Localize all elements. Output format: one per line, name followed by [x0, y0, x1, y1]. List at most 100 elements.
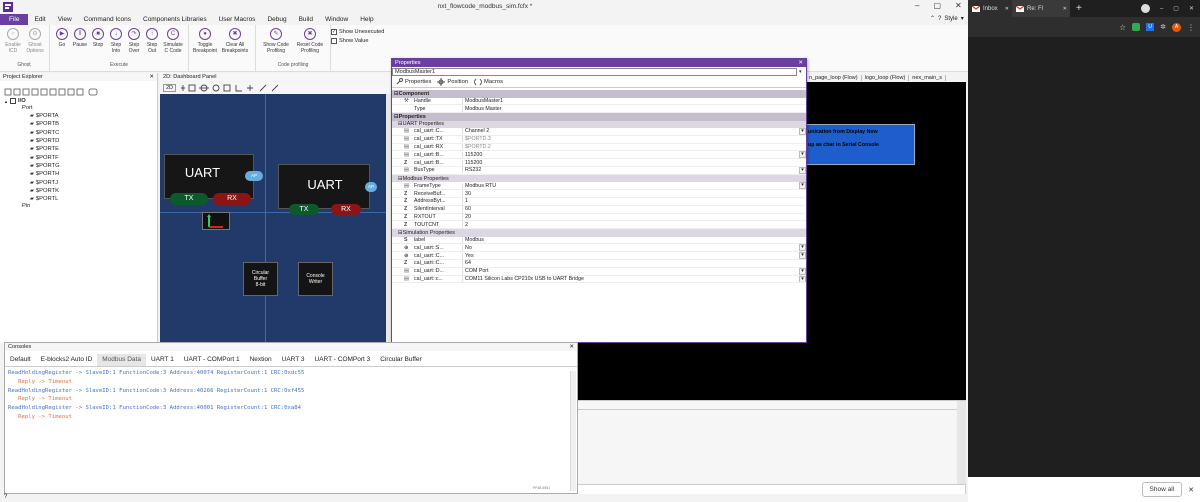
- dropdown-chevron-icon[interactable]: ▾: [799, 182, 806, 190]
- dropdown-chevron-icon[interactable]: ▾: [799, 275, 806, 283]
- property-value[interactable]: COM Port: [462, 268, 799, 275]
- property-row[interactable]: ▤ FrameType Modbus RTU ▾: [392, 182, 806, 191]
- tree-expand-icon[interactable]: ▲: [4, 99, 8, 104]
- property-value[interactable]: $PORTD.3: [462, 136, 806, 143]
- menu-item-file[interactable]: File: [0, 14, 29, 25]
- property-row[interactable]: ▤ cal_uart::B... 115200 ▾: [392, 151, 806, 160]
- property-row[interactable]: Z TOUTCNT 2: [392, 221, 806, 230]
- view-icons-toolbar[interactable]: [4, 88, 114, 96]
- ribbon-button-enable-icd[interactable]: ○ Enable ICD: [2, 25, 24, 54]
- console-tab-uart-comport-3[interactable]: UART - COMPort 3: [310, 354, 376, 366]
- io-root[interactable]: ▲ I/O: [4, 97, 157, 105]
- properties-close-icon[interactable]: ✕: [798, 60, 803, 66]
- browser-tab-close-icon[interactable]: ✕: [1063, 6, 1070, 12]
- property-value[interactable]: 20: [462, 213, 806, 220]
- ribbon-button-simulate-c-code[interactable]: C Simulate C Code: [161, 25, 185, 54]
- dropdown-chevron-icon[interactable]: ▾: [799, 167, 806, 174]
- browser-tab-inbox[interactable]: Inbox ✕: [968, 0, 1012, 17]
- console-tab-nextion[interactable]: Nextion: [245, 354, 277, 366]
- property-value[interactable]: Modbus: [462, 237, 806, 244]
- dropdown-chevron-icon[interactable]: ▾: [799, 252, 806, 260]
- dropdown-chevron-icon[interactable]: ▾: [799, 267, 806, 275]
- selector-chevron-icon[interactable]: ▾: [797, 69, 802, 75]
- menu-item-command-icons[interactable]: Command Icons: [78, 14, 137, 25]
- property-row[interactable]: ▤ cal_uart::C... Channel 2 ▾: [392, 128, 806, 136]
- property-value[interactable]: Modbus Master: [462, 105, 806, 112]
- property-row[interactable]: Z RXTOUT 20: [392, 213, 806, 222]
- console-tab-e-blocks2-auto-id[interactable]: E-blocks2 Auto ID: [36, 354, 98, 366]
- property-row[interactable]: Z AddressByt... 1: [392, 198, 806, 206]
- port-item[interactable]: ▰ $PORTJ: [4, 178, 157, 186]
- ribbon-button-ghost-options[interactable]: ⚙ Ghost Options: [24, 25, 46, 54]
- property-row[interactable]: ▤ cal_uart::D... COM Port ▾: [392, 267, 806, 276]
- property-value[interactable]: 64: [462, 260, 806, 267]
- 2d-toggle-button[interactable]: 2D: [163, 84, 177, 92]
- show-value-checkbox[interactable]: Show Value: [331, 36, 384, 45]
- show-unexecuted-checkbox[interactable]: ✓ Show Unexecuted: [331, 27, 384, 36]
- property-row[interactable]: ⚒ Handle ModbusMaster1: [392, 97, 806, 106]
- property-value[interactable]: Modbus RTU: [462, 182, 799, 189]
- property-value[interactable]: Yes: [462, 252, 799, 259]
- console-tab-default[interactable]: Default: [5, 354, 36, 366]
- show-all-button[interactable]: Show all: [1141, 482, 1183, 497]
- circular-buffer-component[interactable]: Circular Buffer 8-bit: [243, 262, 278, 296]
- tab-macros[interactable]: Macros: [474, 78, 503, 86]
- browser-kebab-menu-icon[interactable]: ⋮: [1187, 23, 1195, 32]
- new-tab-button[interactable]: +: [1070, 3, 1082, 14]
- browser-minimize-button[interactable]: –: [1160, 6, 1163, 12]
- minimize-button[interactable]: –: [915, 1, 919, 10]
- browser-tab-re[interactable]: Re: Fl ✕: [1012, 0, 1070, 17]
- flow-tab[interactable]: nex_main_s: [909, 74, 946, 81]
- property-row[interactable]: Z SilentInterval 60: [392, 206, 806, 214]
- console-scrollbar[interactable]: [570, 371, 576, 491]
- property-value[interactable]: COM11 Silicon Labs CP210x USB to UART Br…: [462, 276, 799, 283]
- maximize-button[interactable]: ▢: [933, 1, 941, 10]
- menu-item-components-libraries[interactable]: Components Libraries: [137, 14, 213, 25]
- downloads-close-icon[interactable]: ✕: [1188, 486, 1194, 494]
- close-button[interactable]: ✕: [955, 1, 962, 10]
- property-value[interactable]: 115200: [462, 159, 806, 166]
- extension-u-icon[interactable]: U: [1146, 23, 1155, 31]
- port-item[interactable]: ▰ $PORTA: [4, 112, 157, 120]
- profile-avatar-icon[interactable]: A: [1172, 22, 1181, 32]
- bookmark-star-icon[interactable]: ☆: [1119, 23, 1126, 32]
- pin-node[interactable]: Pin: [4, 203, 157, 210]
- ribbon-button-stop[interactable]: ■ Stop: [89, 25, 107, 54]
- port-item[interactable]: ▰ $PORTG: [4, 162, 157, 170]
- port-item[interactable]: ▰ $PORTB: [4, 120, 157, 128]
- console-output[interactable]: ReadHoldingRegister -> SlaveID:1 Functio…: [5, 369, 577, 487]
- tab-position[interactable]: Position: [437, 77, 468, 86]
- property-row[interactable]: ▤ cal_uart::RX $PORTD.2: [392, 144, 806, 152]
- property-value[interactable]: ModbusMaster1: [462, 97, 806, 104]
- component-selector[interactable]: ModbusMaster1: [392, 67, 797, 76]
- property-value[interactable]: $PORTD.2: [462, 144, 806, 151]
- property-row[interactable]: ▤ cal_uart::TX $PORTD.3: [392, 136, 806, 144]
- ribbon-button-toggle-breakpoint[interactable]: ● Toggle Breakpoint: [192, 25, 218, 54]
- style-menu[interactable]: ⌃ ? Style ▾: [930, 15, 964, 23]
- console-tab-uart-1[interactable]: UART 1: [146, 354, 179, 366]
- property-value[interactable]: No: [462, 244, 799, 251]
- extensions-puzzle-icon[interactable]: ✲: [1160, 23, 1166, 31]
- browser-maximize-button[interactable]: ▢: [1173, 5, 1179, 12]
- port-node[interactable]: Port: [4, 105, 157, 112]
- menu-item-debug[interactable]: Debug: [261, 14, 292, 25]
- port-item[interactable]: ▰ $PORTF: [4, 153, 157, 161]
- console-writer-component[interactable]: Console Writer: [298, 262, 333, 296]
- ribbon-button-reset-code-profiling[interactable]: ✖ Reset Code Profiling: [293, 25, 327, 54]
- uart-component-2[interactable]: UART TX RX AP: [278, 164, 377, 215]
- browser-menu-icon[interactable]: [1140, 4, 1150, 13]
- menu-item-help[interactable]: Help: [354, 14, 379, 25]
- property-row[interactable]: Z ReceiveBuf... 30: [392, 190, 806, 198]
- menu-item-edit[interactable]: Edit: [28, 14, 51, 25]
- port-item[interactable]: ▰ $PORTC: [4, 129, 157, 137]
- menu-item-view[interactable]: View: [52, 14, 78, 25]
- close-icon[interactable]: ✕: [149, 74, 154, 80]
- help-icon[interactable]: ?: [938, 16, 941, 22]
- pin-icon[interactable]: ⌃: [930, 15, 935, 22]
- menu-item-window[interactable]: Window: [319, 14, 354, 25]
- property-value[interactable]: 30: [462, 190, 806, 197]
- dashboard-canvas[interactable]: UART TX RX AP UART TX RX AP Circular Buf…: [160, 94, 390, 342]
- zoom-icons-toolbar[interactable]: [180, 83, 290, 93]
- property-row[interactable]: Zcal_uart::C... 64: [392, 260, 806, 268]
- property-subsection-header[interactable]: ⊟ UART Properties: [392, 120, 806, 129]
